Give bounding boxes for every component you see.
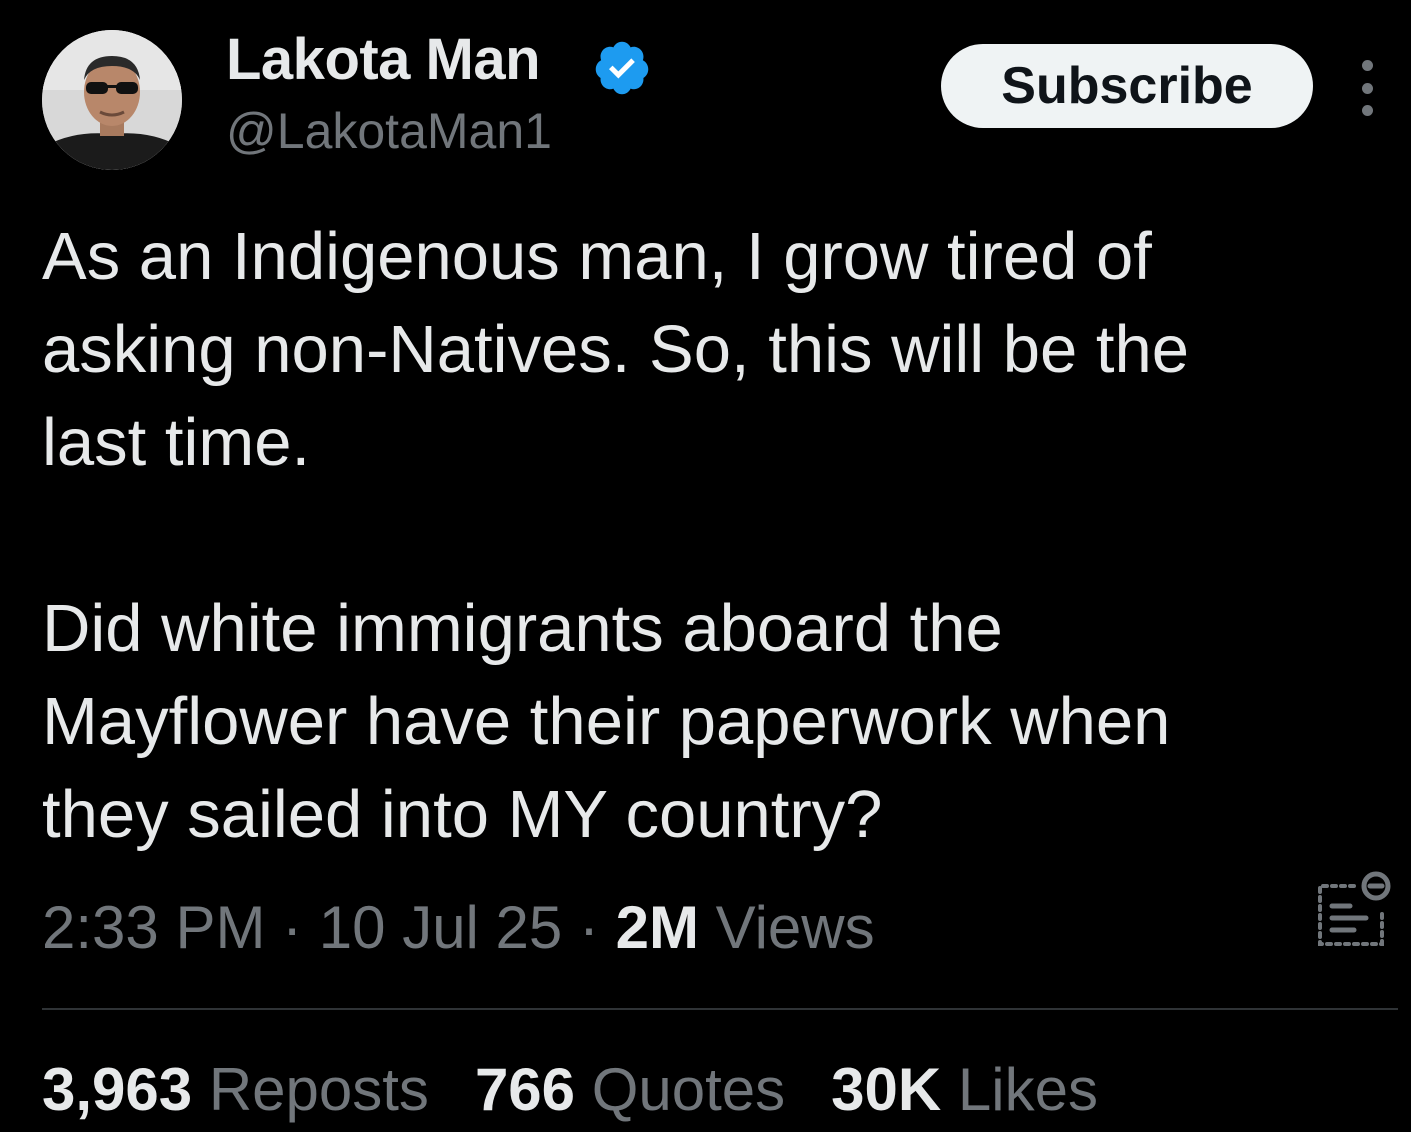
likes-count: 30K	[831, 1056, 942, 1123]
more-dot	[1361, 82, 1373, 94]
analytics-icon[interactable]	[1310, 868, 1400, 954]
quotes-count: 766	[474, 1056, 576, 1123]
verified-badge-icon	[595, 41, 649, 95]
views-label: Views	[715, 894, 875, 961]
meta-separator: ·	[265, 894, 319, 961]
author-display-name[interactable]: Lakota Man	[226, 26, 541, 93]
tweet-text: As an Indigenous man, I grow tired of as…	[42, 210, 1362, 861]
tweet-date[interactable]: 10 Jul 25	[319, 894, 563, 961]
reposts-stat[interactable]: 3,963 Reposts	[42, 1056, 429, 1123]
divider	[42, 1008, 1398, 1010]
reposts-count: 3,963	[42, 1056, 193, 1123]
more-dot	[1361, 105, 1373, 116]
avatar-photo	[42, 30, 182, 170]
tweet-paragraph-1: As an Indigenous man, I grow tired of as…	[42, 219, 1190, 480]
meta-separator: ·	[562, 894, 616, 961]
more-options-icon[interactable]	[1352, 60, 1382, 116]
views-count: 2M	[615, 894, 699, 961]
subscribe-button[interactable]: Subscribe	[941, 44, 1313, 128]
more-dot	[1361, 60, 1373, 71]
author-handle[interactable]: @LakotaMan1	[226, 102, 552, 160]
engagement-stats: 3,963 Reposts 766 Quotes 30K Likes	[42, 1055, 1144, 1124]
tweet-time[interactable]: 2:33 PM	[42, 894, 265, 961]
avatar[interactable]	[42, 30, 182, 170]
tweet-meta: 2:33 PM · 10 Jul 25 · 2M Views	[42, 893, 875, 962]
quotes-stat[interactable]: 766 Quotes	[475, 1056, 785, 1123]
likes-label: Likes	[957, 1056, 1098, 1123]
reposts-label: Reposts	[208, 1056, 429, 1123]
likes-stat[interactable]: 30K Likes	[831, 1056, 1098, 1123]
quotes-label: Quotes	[591, 1056, 786, 1123]
tweet-paragraph-2: Did white immigrants aboard the Mayflowe…	[42, 591, 1171, 852]
